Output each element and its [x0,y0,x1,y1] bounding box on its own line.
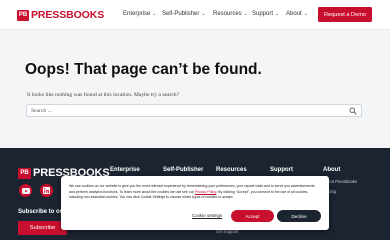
nav-item-self-publisher[interactable]: Self-Publisher ⌄ [162,11,206,17]
search-input[interactable] [31,106,351,116]
privacy-policy-link[interactable]: Privacy Policy [195,190,217,194]
page-title: Oops! That page can’t be found. [25,61,262,78]
footer-heading-about[interactable]: About [323,167,340,173]
decline-button[interactable]: Decline [277,210,321,222]
footer-heading-enterprise[interactable]: Enterprise [110,167,140,173]
request-demo-button[interactable]: Request a Demo [318,7,372,22]
subscribe-button[interactable]: Subscribe [18,221,67,235]
chevron-down-icon: ⌄ [275,11,280,17]
chevron-down-icon: ⌄ [152,11,157,17]
nav-label: About [286,11,302,17]
nav-label: Enterprise [123,11,151,17]
nav-item-enterprise[interactable]: Enterprise ⌄ [123,11,157,17]
logo-badge: PB [17,9,29,21]
footer-heading-support[interactable]: Support [270,167,293,173]
nav-label: Resources [213,11,242,17]
cookie-settings-link[interactable]: Cookie settings [192,213,222,218]
footer-heading-resources[interactable]: Resources [216,167,247,173]
subscribe-label: Subscribe to our [18,209,66,215]
footer-heading-self-publisher[interactable]: Self-Publisher [163,167,203,173]
nav-item-resources[interactable]: Resources ⌄ [213,11,248,17]
youtube-icon[interactable] [19,184,32,197]
site-header: PB PRESSBOOKS Enterprise ⌄ Self-Publisher… [0,0,390,30]
search-box [26,104,362,117]
linkedin-icon[interactable] [40,184,53,197]
accept-button[interactable]: Accept [231,210,274,222]
cookie-consent-banner: We use cookies on our website to give yo… [61,176,329,230]
logo-text: PRESSBOOKS [31,9,105,21]
nav-item-support[interactable]: Support ⌄ [252,11,279,17]
pressbooks-logo[interactable]: PB PRESSBOOKS [17,9,104,21]
nav-label: Self-Publisher [162,11,200,17]
nav-item-about[interactable]: About ⌄ [286,11,308,17]
search-icon[interactable] [349,107,357,115]
not-found-message: It looks like nothing was found at this … [27,92,180,98]
cookie-message: We use cookies on our website to give yo… [69,184,321,201]
nav-label: Support [252,11,274,17]
chevron-down-icon: ⌄ [303,11,308,17]
chevron-down-icon: ⌄ [201,11,206,17]
chevron-down-icon: ⌄ [243,11,248,17]
logo-badge: PB [18,167,31,179]
